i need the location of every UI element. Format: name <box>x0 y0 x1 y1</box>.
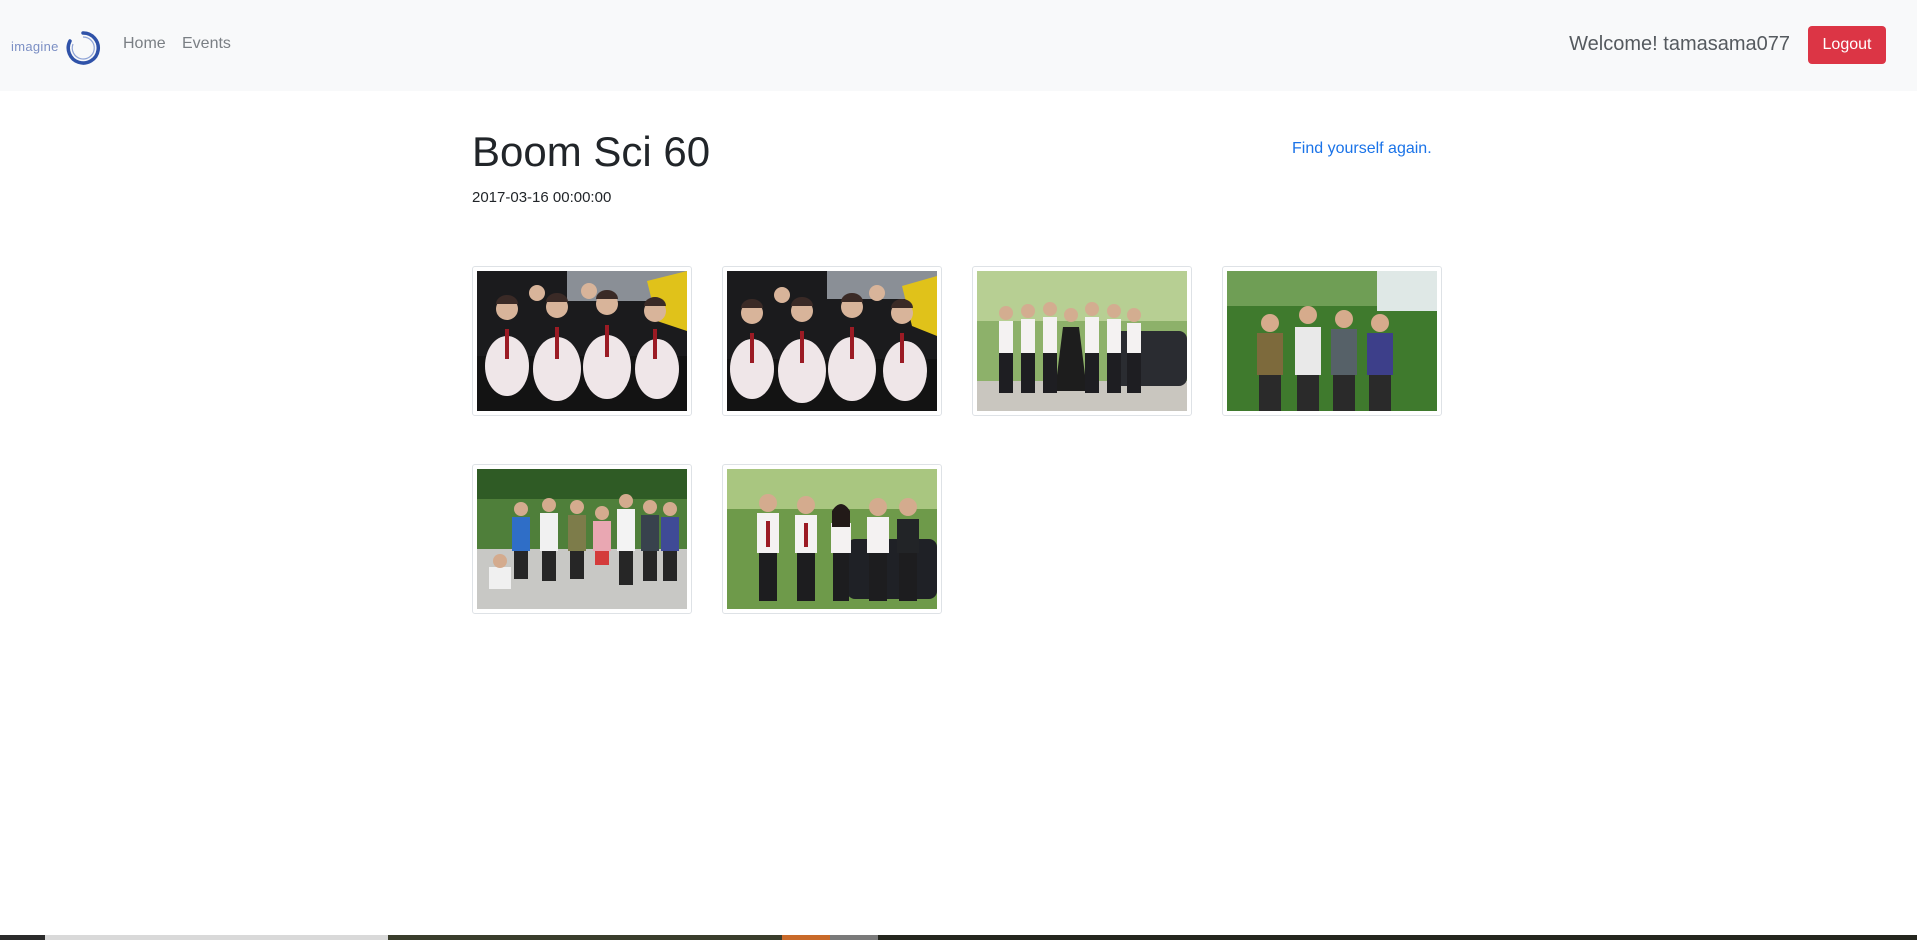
photo-image <box>477 271 687 411</box>
top-navbar: imagine Home Events Welcome! tamasama077… <box>0 0 1917 91</box>
photo-thumbnail[interactable] <box>472 464 692 614</box>
find-yourself-link[interactable]: Find yourself again. <box>1292 140 1432 158</box>
brand-ring-icon <box>66 31 100 65</box>
photo-image <box>1227 271 1437 411</box>
welcome-text: Welcome! tamasama077 <box>1569 33 1790 55</box>
photo-image <box>977 271 1187 411</box>
photo-thumbnail[interactable] <box>722 464 942 614</box>
event-title: Boom Sci 60 <box>472 128 711 175</box>
brand-text: imagine <box>11 39 59 54</box>
nav-home-link[interactable]: Home <box>123 35 166 53</box>
photo-thumbnail[interactable] <box>722 266 942 416</box>
event-date: 2017-03-16 00:00:00 <box>472 189 612 206</box>
brand-logo[interactable]: imagine <box>11 30 101 68</box>
photo-thumbnail[interactable] <box>1222 266 1442 416</box>
nav-events-link[interactable]: Events <box>182 35 231 53</box>
photo-thumbnail[interactable] <box>472 266 692 416</box>
photo-image <box>727 271 937 411</box>
logout-button[interactable]: Logout <box>1808 26 1886 64</box>
photo-image <box>477 469 687 609</box>
photo-image <box>727 469 937 609</box>
bottom-image-strip <box>0 935 1917 940</box>
photo-thumbnail[interactable] <box>972 266 1192 416</box>
